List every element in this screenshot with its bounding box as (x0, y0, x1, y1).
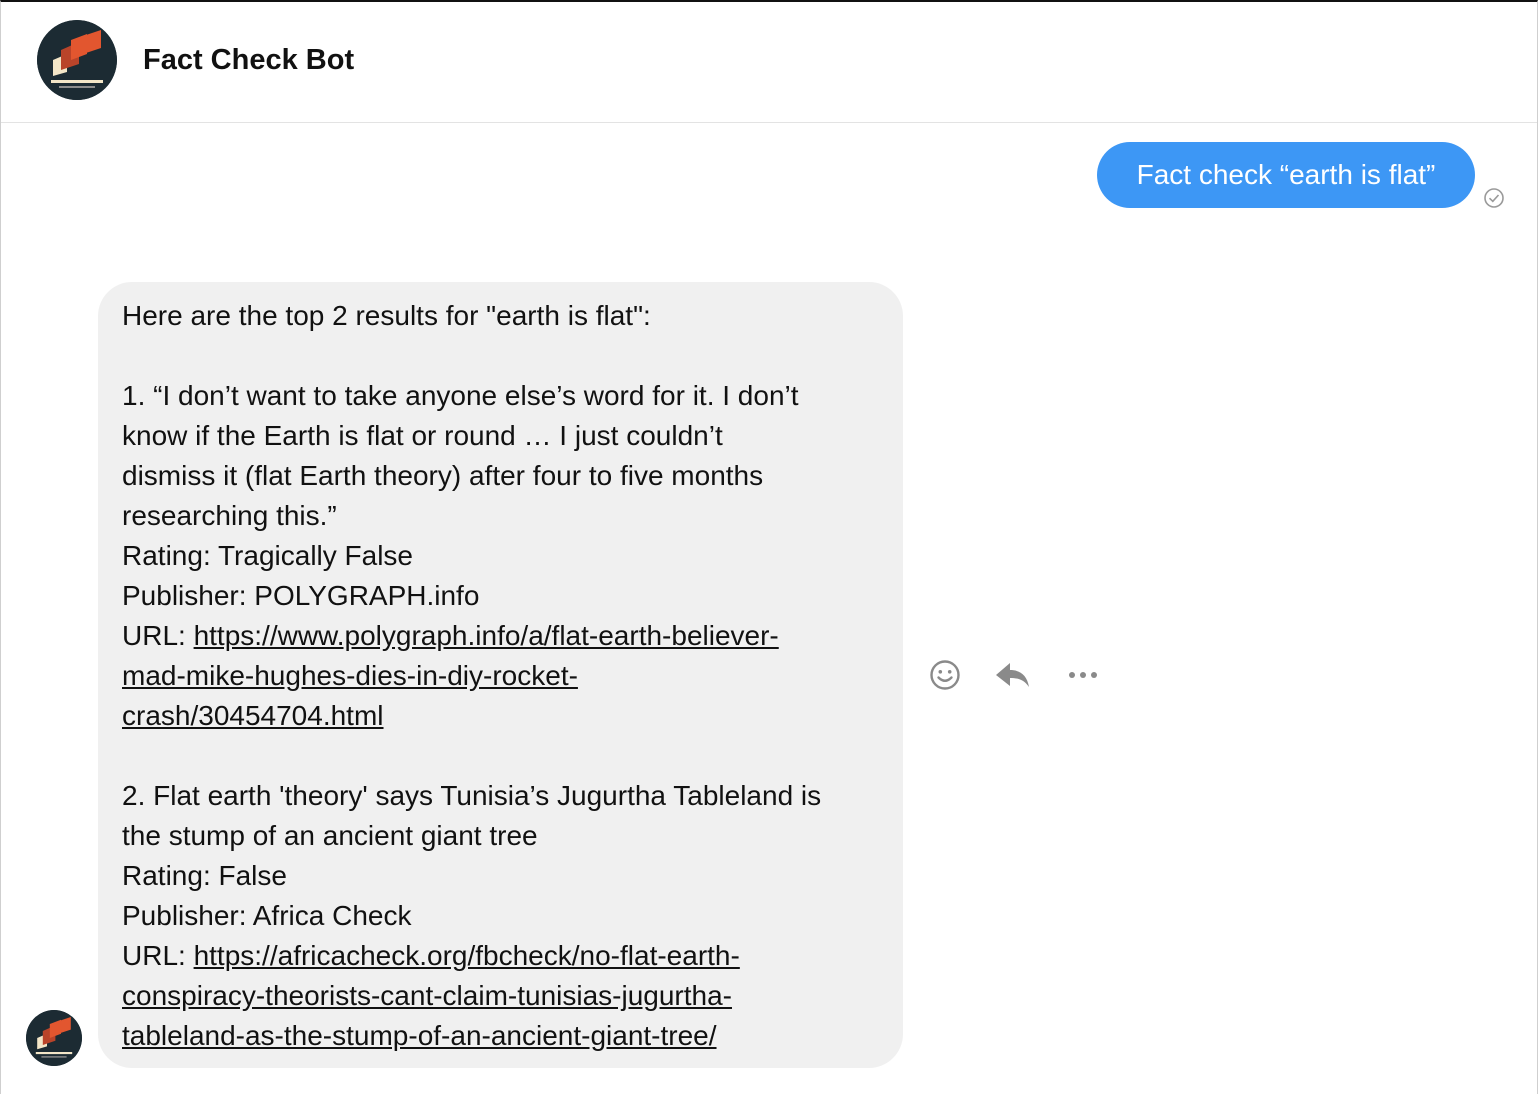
result-1-publisher: Publisher: POLYGRAPH.info (122, 580, 480, 611)
result-2-url-row: URL: https://africacheck.org/fbcheck/no-… (122, 936, 883, 976)
fact-check-bot-logo-icon (37, 20, 117, 100)
fact-check-bot-logo-icon (26, 1010, 82, 1066)
check-circle-icon (1483, 187, 1505, 209)
user-message-bubble[interactable]: Fact check “earth is flat” (1097, 142, 1475, 208)
result-1-rating: Rating: Tragically False (122, 540, 414, 571)
result-1-url-link[interactable]: https://www.polygraph.info/a/flat-earth-… (194, 620, 779, 651)
result-2-rating: Rating: False (122, 860, 287, 891)
result-2-url-link[interactable]: conspiracy-theorists-cant-claim-tunisias… (122, 980, 732, 1011)
url-label: URL: (122, 940, 194, 971)
result-1-url-link[interactable]: mad-mike-hughes-dies-in-diy-rocket- (122, 660, 578, 691)
results-intro: Here are the top 2 results for "earth is… (122, 300, 651, 331)
result-1-quote-line: researching this.” (122, 500, 337, 531)
result-1-url-row: crash/30454704.html (122, 696, 883, 736)
result-1-quote-line: dismiss it (flat Earth theory) after fou… (122, 460, 764, 491)
reply-icon[interactable] (993, 656, 1033, 696)
result-1-url-row: mad-mike-hughes-dies-in-diy-rocket- (122, 656, 883, 696)
more-icon[interactable] (1063, 656, 1103, 696)
chat-title: Fact Check Bot (143, 44, 355, 76)
result-2-url-link[interactable]: tableland-as-the-stump-of-an-ancient-gia… (122, 1020, 717, 1051)
url-label: URL: (122, 620, 194, 651)
result-2-url-link[interactable]: https://africacheck.org/fbcheck/no-flat-… (194, 940, 740, 971)
chat-header: Fact Check Bot (1, 2, 1537, 123)
result-2-url-row: conspiracy-theorists-cant-claim-tunisias… (122, 976, 883, 1016)
result-2-publisher: Publisher: Africa Check (122, 900, 412, 931)
result-2-quote-line: 2. Flat earth 'theory' says Tunisia’s Ju… (122, 780, 822, 811)
bot-avatar[interactable] (37, 20, 117, 100)
result-1-url-row: URL: https://www.polygraph.info/a/flat-e… (122, 616, 883, 656)
result-2-url-row: tableland-as-the-stump-of-an-ancient-gia… (122, 1016, 883, 1056)
result-1-url-link[interactable]: crash/30454704.html (122, 700, 384, 731)
bot-message-bubble[interactable]: Here are the top 2 results for "earth is… (98, 282, 903, 1068)
result-1-quote-line: know if the Earth is flat or round … I j… (122, 420, 723, 451)
bot-message-avatar[interactable] (26, 1010, 82, 1066)
result-2-quote-line: the stump of an ancient giant tree (122, 820, 538, 851)
result-1-quote-line: 1. “I don’t want to take anyone else’s w… (122, 380, 799, 411)
smiley-icon[interactable] (925, 656, 965, 696)
